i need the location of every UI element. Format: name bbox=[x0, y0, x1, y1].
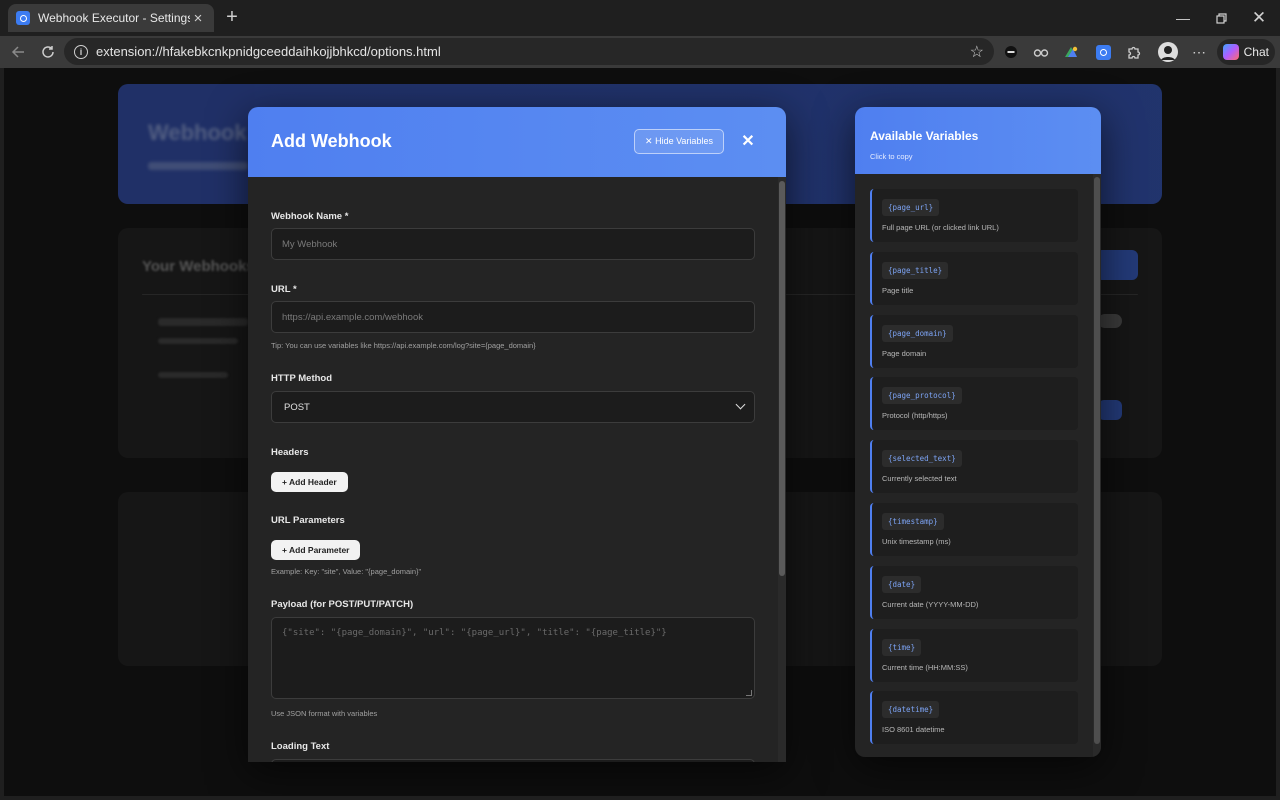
variable-item[interactable]: {page_title} Page title bbox=[870, 251, 1078, 305]
copilot-chat-button[interactable]: Chat bbox=[1217, 39, 1275, 65]
loading-text-label: Loading Text bbox=[271, 741, 330, 752]
variables-scrollbar-thumb[interactable] bbox=[1094, 177, 1100, 744]
add-header-button[interactable]: + Add Header bbox=[271, 472, 348, 492]
variable-description: Full page URL (or clicked link URL) bbox=[882, 223, 999, 232]
webhooks-card-title: Your Webhooks bbox=[142, 258, 255, 275]
star-icon[interactable]: ☆ bbox=[970, 42, 984, 62]
variable-description: Currently selected text bbox=[882, 474, 957, 484]
variable-item[interactable]: {date} Current date (YYYY-MM-DD) bbox=[870, 565, 1078, 619]
extensions-puzzle-icon[interactable] bbox=[1124, 43, 1142, 61]
copilot-logo-icon bbox=[1223, 44, 1239, 60]
modal-title: Add Webhook bbox=[271, 131, 392, 151]
variable-description: Current date (YYYY-MM-DD) bbox=[882, 599, 979, 609]
extension-colorful-icon[interactable] bbox=[1062, 43, 1080, 61]
variable-code: {page_title} bbox=[882, 261, 949, 279]
variables-header: Available Variables Click to copy bbox=[855, 107, 1101, 174]
variable-code: {time} bbox=[882, 638, 922, 656]
address-bar: i extension://hfakebkcnkpnidgceeddaihkoj… bbox=[0, 36, 1280, 68]
variable-description: Protocol (http/https) bbox=[882, 411, 948, 421]
variable-item[interactable]: {page_domain} Page domain bbox=[870, 314, 1078, 368]
variable-item[interactable]: {page_protocol} Protocol (http/https) bbox=[870, 377, 1078, 431]
back-arrow-icon[interactable] bbox=[6, 40, 30, 64]
variable-item[interactable]: {time} Current time (HH:MM:SS) bbox=[870, 628, 1078, 682]
variable-item[interactable]: {selected_text} Currently selected text bbox=[870, 440, 1078, 494]
options-page: Webhook Your Webhooks Add Webhook ✕ Hide… bbox=[4, 68, 1276, 796]
close-icon[interactable]: ✕ bbox=[738, 131, 758, 151]
tab-strip: Webhook Executor - Settings × + — ✕ bbox=[0, 0, 1280, 36]
new-tab-button[interactable]: + bbox=[220, 4, 244, 30]
modal-body: Webhook Name * URL * Tip: You can use va… bbox=[248, 177, 778, 762]
variable-description: Current time (HH:MM:SS) bbox=[882, 662, 968, 672]
reload-icon[interactable] bbox=[36, 40, 60, 64]
modal-scrollbar-thumb[interactable] bbox=[779, 181, 785, 576]
webhook-extension-icon[interactable] bbox=[1094, 43, 1112, 61]
url-label: URL * bbox=[271, 284, 297, 295]
window-close-icon[interactable]: ✕ bbox=[1236, 0, 1280, 36]
variable-description: Page domain bbox=[882, 348, 927, 358]
variable-code: {datetime} bbox=[882, 701, 940, 719]
http-method-select[interactable]: POST bbox=[271, 391, 755, 423]
toggle-switch[interactable] bbox=[1098, 314, 1122, 328]
add-webhook-button[interactable] bbox=[1096, 250, 1138, 280]
variable-code: {selected_text} bbox=[882, 450, 962, 468]
variable-code: {page_protocol} bbox=[882, 387, 962, 405]
variable-item[interactable]: {datetime} ISO 8601 datetime bbox=[870, 691, 1078, 745]
payload-label: Payload (for POST/PUT/PATCH) bbox=[271, 599, 414, 610]
webhook-item-url bbox=[158, 338, 238, 344]
url-input[interactable] bbox=[271, 301, 755, 333]
page-header-subtitle bbox=[148, 162, 248, 170]
variables-panel: Available Variables Click to copy {page_… bbox=[855, 107, 1101, 757]
variables-subtitle: Click to copy bbox=[870, 152, 913, 161]
omnibox[interactable]: i extension://hfakebkcnkpnidgceeddaihkoj… bbox=[64, 38, 994, 65]
variable-code: {page_domain} bbox=[882, 324, 953, 342]
variable-description: Page title bbox=[882, 285, 914, 295]
page-header-title: Webhook bbox=[148, 120, 247, 145]
extension-favicon-icon bbox=[16, 11, 30, 25]
tab-close-icon[interactable]: × bbox=[190, 10, 206, 27]
webhook-name-input[interactable] bbox=[271, 228, 755, 260]
variable-description: ISO 8601 datetime bbox=[882, 725, 945, 735]
site-info-icon[interactable]: i bbox=[74, 44, 88, 59]
browser-tab[interactable]: Webhook Executor - Settings × bbox=[8, 4, 214, 32]
extension-minus-icon[interactable] bbox=[1002, 43, 1020, 61]
url-tip: Tip: You can use variables like https://… bbox=[271, 341, 536, 350]
variable-code: {page_url} bbox=[882, 199, 940, 216]
add-parameter-button[interactable]: + Add Parameter bbox=[271, 540, 361, 560]
payload-textarea[interactable] bbox=[271, 617, 755, 699]
profile-avatar[interactable] bbox=[1158, 42, 1178, 62]
edit-button[interactable] bbox=[1098, 400, 1122, 420]
hide-variables-button[interactable]: ✕ Hide Variables bbox=[634, 129, 724, 154]
variable-code: {timestamp} bbox=[882, 513, 944, 530]
variable-item[interactable]: {timestamp} Unix timestamp (ms) bbox=[870, 503, 1078, 556]
add-webhook-modal: Add Webhook ✕ Hide Variables ✕ Webhook N… bbox=[248, 107, 786, 762]
headers-label: Headers bbox=[271, 447, 309, 458]
variable-description: Unix timestamp (ms) bbox=[882, 537, 951, 546]
tab-title: Webhook Executor - Settings bbox=[38, 11, 190, 25]
webhook-item-name bbox=[158, 318, 248, 326]
more-menu-icon[interactable]: ⋯ bbox=[1190, 43, 1208, 61]
webhook-name-label: Webhook Name * bbox=[271, 211, 349, 222]
url-parameters-label: URL Parameters bbox=[271, 515, 345, 526]
variables-title: Available Variables bbox=[870, 129, 979, 143]
extension-glasses-icon[interactable] bbox=[1032, 43, 1050, 61]
resize-grip-icon[interactable] bbox=[746, 690, 752, 696]
http-method-value: POST bbox=[284, 401, 310, 413]
http-method-label: HTTP Method bbox=[271, 373, 333, 384]
variable-item[interactable]: {page_url} Full page URL (or clicked link… bbox=[870, 189, 1078, 242]
payload-tip: Use JSON format with variables bbox=[271, 709, 378, 718]
chat-label: Chat bbox=[1243, 45, 1269, 59]
parameters-example: Example: Key: "site", Value: "{page_doma… bbox=[271, 567, 422, 576]
modal-header: Add Webhook ✕ Hide Variables ✕ bbox=[248, 107, 786, 177]
loading-text-input[interactable] bbox=[271, 759, 755, 762]
webhook-item-loading bbox=[158, 372, 228, 378]
url-text[interactable]: extension://hfakebkcnkpnidgceeddaihkojjb… bbox=[96, 44, 970, 59]
variable-code: {date} bbox=[882, 575, 922, 593]
chevron-down-icon bbox=[735, 399, 746, 410]
